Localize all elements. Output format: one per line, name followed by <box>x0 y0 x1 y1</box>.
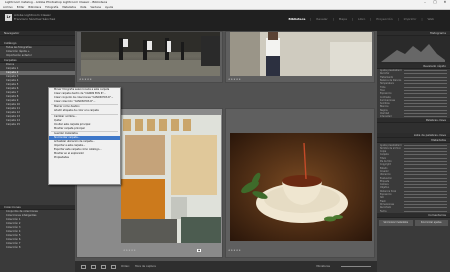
grid-cell[interactable]: ★★★★★ <box>225 31 375 83</box>
sync-settings-button[interactable]: Sincronizar ajustes <box>414 219 448 226</box>
histogram-chart <box>381 44 445 62</box>
rating-stars[interactable]: ★★★★★ <box>123 249 136 252</box>
window-title: Lightroom Catalog - Adobe Photoshop Ligh… <box>5 0 108 4</box>
module-imprimir[interactable]: Imprimir <box>404 17 417 21</box>
shop-scene-image <box>121 115 221 243</box>
thumbnail-size-slider[interactable] <box>341 266 371 267</box>
thumbnail-shop[interactable] <box>121 115 221 243</box>
module-picker: Biblioteca | Revelar | Mapa | Libro | Proyec… <box>288 17 434 21</box>
menu-archivo[interactable]: Archivo <box>3 5 13 9</box>
sort-label: Orden: <box>121 265 130 268</box>
menu-metadatos[interactable]: Metadatos <box>62 5 76 9</box>
grid-cell[interactable]: ★★★★★ <box>76 31 223 83</box>
thumbnail-size-label: Miniaturas <box>316 265 330 268</box>
menu-ayuda[interactable]: Ayuda <box>105 5 113 9</box>
thumbnail-chocolate[interactable] <box>230 133 372 241</box>
survey-view-icon[interactable] <box>111 264 116 269</box>
grid-cell[interactable]: ★★★★★ <box>225 108 375 258</box>
lightroom-logo: Lr <box>5 14 12 21</box>
street-scene-image <box>81 32 220 76</box>
menu-item[interactable]: Propiedades <box>49 156 120 160</box>
module-revelar[interactable]: Revelar <box>316 17 327 21</box>
loupe-view-icon[interactable] <box>91 264 96 269</box>
right-panel: Histograma Revelado rápido Ajuste preest… <box>377 31 450 272</box>
chocolate-cup-image <box>230 133 372 241</box>
badge-icon: ▣ <box>197 249 202 252</box>
rating-stars[interactable]: ★★★★★ <box>228 78 241 81</box>
compare-view-icon[interactable] <box>101 264 106 269</box>
identity-line-2: Francisco Sánchez Sánchez <box>14 16 56 21</box>
thumbnail-street[interactable] <box>81 32 220 76</box>
collection-item[interactable]: Colección 8 <box>0 246 75 250</box>
histogram-graph <box>377 36 450 64</box>
menu-editar[interactable]: Editar <box>17 5 25 9</box>
thumbnail-street-vendor[interactable] <box>230 32 372 76</box>
module-proyeccion[interactable]: Proyección <box>376 17 392 21</box>
rating-stars[interactable]: ★★★★★ <box>228 249 241 252</box>
grid-toolbar: Orden: Hora de captura Miniaturas <box>75 261 377 272</box>
menu-fotografia[interactable]: Fotografía <box>45 5 58 9</box>
grid-view-icon[interactable] <box>81 264 86 269</box>
module-mapa[interactable]: Mapa <box>339 17 347 21</box>
module-web[interactable]: Web <box>427 17 434 21</box>
folder-context-menu: Mover fotografía seleccionada a este car… <box>48 87 121 185</box>
sync-metadata-button[interactable]: Sincronizar metadatos <box>379 219 413 226</box>
keyword-box[interactable] <box>377 123 450 134</box>
menu-ventana[interactable]: Ventana <box>90 5 101 9</box>
menu-vista[interactable]: Vista <box>80 5 86 9</box>
menu-biblioteca[interactable]: Biblioteca <box>28 5 41 9</box>
rating-stars[interactable]: ★★★★★ <box>79 78 92 81</box>
module-biblioteca[interactable]: Biblioteca <box>289 17 306 21</box>
sort-select[interactable]: Hora de captura <box>135 265 156 268</box>
module-libro[interactable]: Libro <box>358 17 365 21</box>
sync-buttons: Sincronizar metadatos Sincronizar ajuste… <box>377 218 450 228</box>
identity-text: Adobe Lightroom Classic Francisco Sánche… <box>14 13 56 21</box>
vendor-scene-image <box>230 32 372 76</box>
